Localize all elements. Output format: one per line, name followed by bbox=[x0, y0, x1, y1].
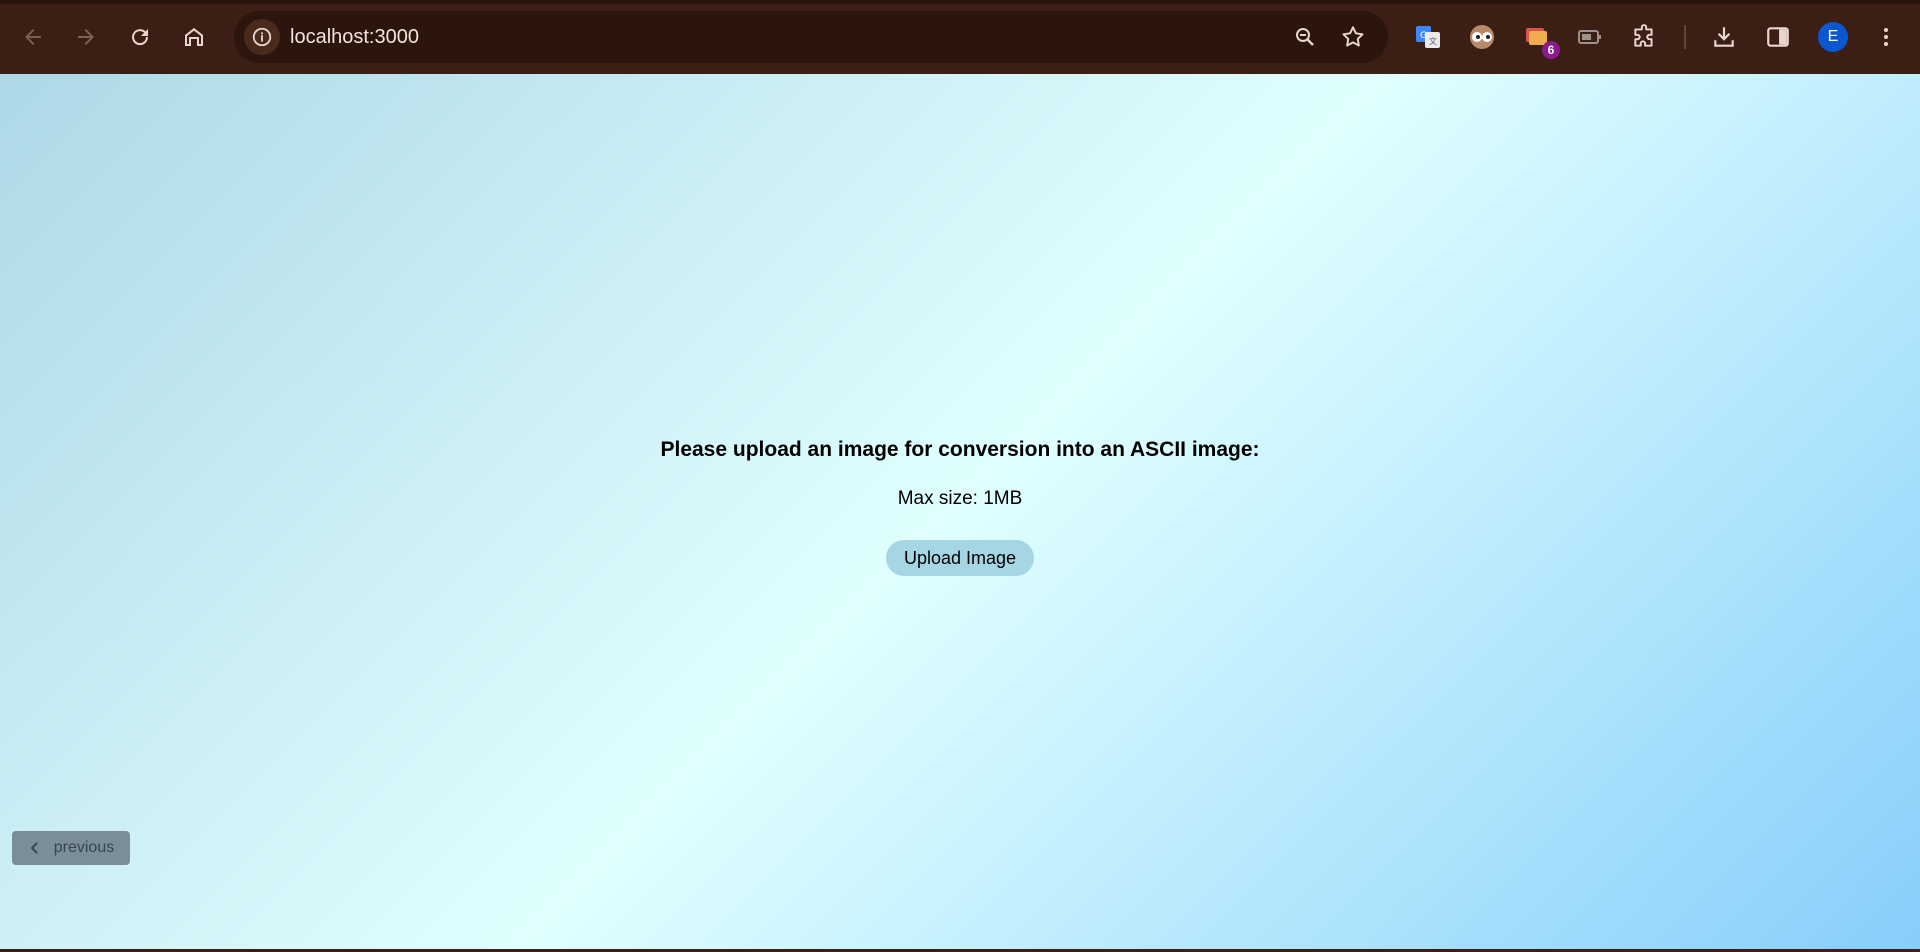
back-button[interactable] bbox=[13, 17, 53, 57]
bookmark-button[interactable] bbox=[1337, 21, 1369, 53]
menu-button[interactable] bbox=[1868, 19, 1904, 55]
max-size-text: Max size: 1MB bbox=[897, 488, 1023, 509]
battery-extension-button[interactable] bbox=[1572, 19, 1608, 55]
puzzle-extensions-icon bbox=[1634, 24, 1653, 47]
previous-label: previous bbox=[53, 839, 115, 856]
page-viewport: Please upload an image for conversion in… bbox=[0, 74, 1920, 952]
previous-button[interactable]: previous bbox=[12, 831, 130, 865]
home-icon bbox=[185, 28, 203, 46]
eyes-extension-icon bbox=[1470, 25, 1494, 49]
translate-extension-button[interactable]: G文 bbox=[1410, 19, 1446, 55]
back-arrow-icon bbox=[25, 29, 41, 45]
download-icon bbox=[1714, 27, 1734, 47]
tab-strip-edge bbox=[0, 0, 1920, 4]
page-heading: Please upload an image for conversion in… bbox=[660, 438, 1260, 461]
side-panel-icon bbox=[1767, 27, 1789, 47]
info-icon bbox=[252, 27, 272, 47]
reload-button[interactable] bbox=[120, 17, 160, 57]
toolbar-divider bbox=[1684, 25, 1686, 49]
gallery-extension-button[interactable]: 6 bbox=[1518, 19, 1560, 59]
more-vert-icon bbox=[1884, 28, 1888, 46]
svg-text:文: 文 bbox=[1429, 36, 1437, 46]
eyes-extension-button[interactable] bbox=[1464, 19, 1500, 55]
extensions-button[interactable] bbox=[1626, 19, 1662, 55]
battery-extension-icon bbox=[1578, 30, 1601, 44]
svg-text:G: G bbox=[1420, 31, 1427, 41]
downloads-button[interactable] bbox=[1706, 19, 1742, 55]
address-bar[interactable]: localhost:3000 bbox=[234, 11, 1388, 63]
upload-section: Please upload an image for conversion in… bbox=[0, 438, 1920, 576]
star-icon bbox=[1342, 26, 1364, 47]
forward-button[interactable] bbox=[66, 17, 106, 57]
side-panel-button[interactable] bbox=[1760, 19, 1796, 55]
url-text[interactable]: localhost:3000 bbox=[290, 11, 419, 63]
extension-badge: 6 bbox=[1542, 41, 1560, 59]
translate-extension-icon: G文 bbox=[1416, 26, 1440, 48]
home-button[interactable] bbox=[174, 17, 214, 57]
browser-toolbar: localhost:3000 G文 6 E bbox=[0, 0, 1920, 74]
zoom-button[interactable] bbox=[1289, 21, 1321, 53]
chevron-left-icon bbox=[30, 842, 38, 854]
zoom-icon bbox=[1296, 28, 1314, 46]
upload-image-button[interactable]: Upload Image bbox=[885, 540, 1035, 576]
forward-arrow-icon bbox=[78, 29, 94, 45]
site-info-button[interactable] bbox=[244, 19, 280, 55]
reload-icon bbox=[132, 29, 149, 46]
profile-avatar[interactable]: E bbox=[1818, 22, 1848, 52]
